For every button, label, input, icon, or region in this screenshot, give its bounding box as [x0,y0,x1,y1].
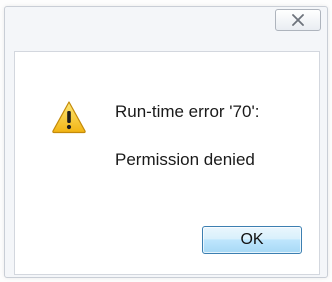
close-button[interactable] [275,9,321,31]
error-message: Permission denied [115,150,255,169]
error-dialog: Run-time error '70': Permission denied O… [4,6,328,278]
screen: Run-time error '70': Permission denied O… [0,0,332,282]
close-icon [291,14,305,26]
dialog-content: Run-time error '70': Permission denied O… [14,51,320,275]
warning-icon [51,100,87,134]
error-title: Run-time error '70': [115,102,260,121]
ok-button[interactable]: OK [202,226,302,254]
title-bar [5,7,327,49]
